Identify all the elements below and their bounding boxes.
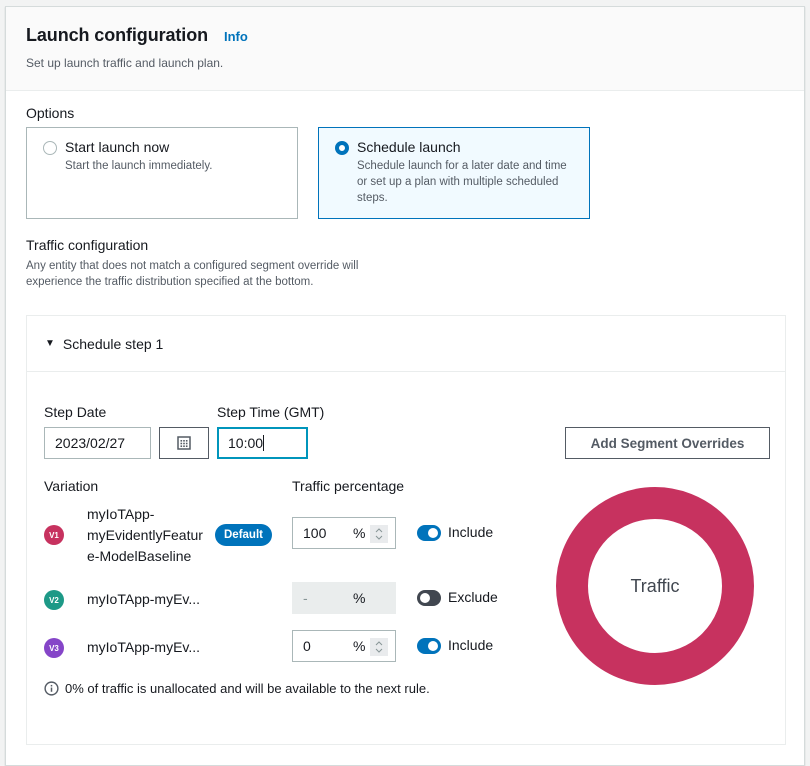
traffic-percentage-header: Traffic percentage [292,478,405,494]
percentage-value: 0 [303,638,311,654]
text-cursor [263,435,265,451]
variation-name-v1: myIoTApp- myEvidentlyFeatur e-ModelBasel… [87,504,203,567]
schedule-step-section: ▼ Schedule step 1 Step Date 2023/02/27 S… [26,315,786,745]
option-start-launch-now[interactable]: Start launch now Start the launch immedi… [26,127,298,219]
donut-svg: Traffic [556,487,754,685]
percentage-value: 100 [303,525,327,541]
option-title: Start launch now [65,139,170,155]
options-label: Options [26,105,75,121]
exclude-toggle-v2[interactable] [417,590,441,606]
include-toggle-v1[interactable] [417,525,441,541]
option-title: Schedule launch [357,139,461,155]
traffic-percentage-input-v3[interactable]: 0 % [292,630,396,662]
step-time-value: 10:00 [228,435,264,451]
traffic-percentage-input-v2: - % [292,582,396,614]
variation-name-line: e-ModelBaseline [87,548,192,564]
add-segment-overrides-button[interactable]: Add Segment Overrides [565,427,770,459]
toggle-label-v1: Include [448,524,494,540]
info-icon [44,681,59,696]
spinner-icon[interactable] [370,638,388,656]
step-time-input[interactable]: 10:00 [217,427,308,459]
variation-name-v3: myIoTApp-myEv... [87,639,201,655]
schedule-step-title: Schedule step 1 [62,335,164,352]
variation-badge-v2: V2 [44,590,64,610]
percent-sign: % [353,590,366,606]
traffic-donut-chart: Traffic [555,486,755,689]
percent-sign: % [353,638,366,654]
option-description: Schedule launch for a later date and tim… [357,160,567,204]
include-toggle-v3[interactable] [417,638,441,654]
launch-options: Start launch now Start the launch immedi… [26,127,784,219]
caret-down-icon: ▼ [45,338,55,349]
variation-name-line: myIoTApp- [87,506,155,522]
spinner-icon[interactable] [370,525,388,543]
variation-name-v2: myIoTApp-myEv... [87,591,201,607]
panel-header: Launch configuration Info Set up launch … [6,7,804,91]
unallocated-traffic-note: 0% of traffic is unallocated and will be… [44,681,430,696]
variation-badge-v3: V3 [44,638,64,658]
calendar-icon [177,436,191,450]
schedule-launch-radio[interactable] [335,141,349,155]
variation-name-line: myEvidentlyFeatur [87,527,203,543]
donut-center-label: Traffic [630,576,679,596]
calendar-button[interactable] [159,427,209,459]
toggle-label-v2: Exclude [448,589,498,605]
toggle-label-v3: Include [448,637,494,653]
percentage-value: - [303,590,308,606]
page-subtitle: Set up launch traffic and launch plan. [26,56,224,70]
start-now-radio[interactable] [43,141,57,155]
traffic-percentage-input-v1[interactable]: 100 % [292,517,396,549]
schedule-step-toggle[interactable]: ▼ Schedule step 1 [27,316,785,372]
option-description: Start the launch immediately. [65,160,213,172]
variation-badge-v1: V1 [44,525,64,545]
step-date-label: Step Date [44,404,107,420]
option-schedule-launch[interactable]: Schedule launch Schedule launch for a la… [318,127,590,219]
traffic-configuration-description: Any entity that does not match a configu… [26,260,359,288]
default-badge: Default [215,524,272,546]
launch-configuration-panel: Launch configuration Info Set up launch … [5,6,805,766]
step-date-input[interactable]: 2023/02/27 [44,427,151,459]
page-title: Launch configuration [26,25,208,45]
info-link[interactable]: Info [224,29,248,44]
variation-header: Variation [44,478,99,494]
traffic-configuration-title: Traffic configuration [26,237,149,253]
step-time-label: Step Time (GMT) [217,404,325,420]
note-text: 0% of traffic is unallocated and will be… [65,681,430,696]
percent-sign: % [353,525,366,541]
